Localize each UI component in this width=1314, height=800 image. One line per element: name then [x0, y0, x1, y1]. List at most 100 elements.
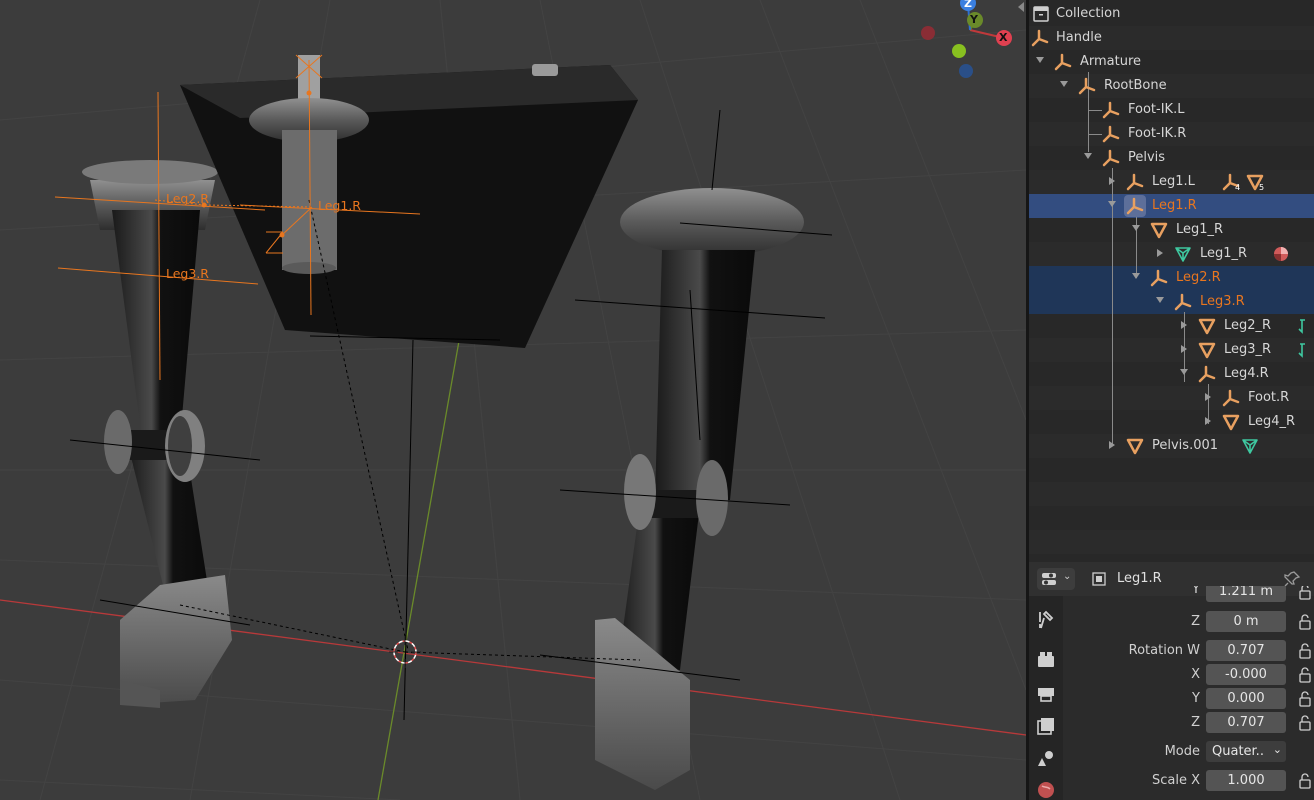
expand-down-icon[interactable]	[1132, 273, 1140, 279]
prop-label: Mode	[1164, 744, 1200, 759]
bone-label-leg2r: Leg2.R	[166, 191, 209, 206]
scene-tab-icon[interactable]	[1034, 746, 1058, 770]
outliner-item-pelvis[interactable]: Pelvis	[1029, 146, 1314, 170]
outliner-item-label: Leg4_R	[1248, 414, 1296, 429]
unlock-icon[interactable]	[1297, 667, 1313, 683]
unlock-icon[interactable]	[1297, 586, 1313, 600]
prop-label: Y	[1192, 691, 1200, 706]
prop-label: Rotation W	[1128, 643, 1200, 658]
unlock-icon[interactable]	[1297, 691, 1313, 707]
rotation-x-field[interactable]: -0.000	[1206, 664, 1286, 685]
expand-right-icon[interactable]	[1205, 417, 1211, 425]
outliner-item-foot-r[interactable]: Foot.R	[1029, 386, 1314, 410]
gizmo-z-label[interactable]: Z	[964, 0, 972, 10]
prop-location-z: Z 0 m	[1063, 610, 1314, 634]
outliner-item-label: Pelvis.001	[1152, 438, 1219, 453]
outliner-item-leg4-r-object[interactable]: Leg4_R	[1029, 410, 1314, 434]
active-object-name: Leg1.R	[1117, 571, 1162, 586]
world-tab-icon[interactable]	[1034, 776, 1058, 800]
bone-icon	[1198, 365, 1216, 383]
outliner-item-label: Leg1_R	[1200, 246, 1248, 261]
outliner-item-label: Foot.R	[1248, 390, 1290, 405]
view-layer-tab-icon[interactable]	[1034, 714, 1058, 738]
collapse-arrow-icon[interactable]	[1018, 2, 1024, 12]
expand-right-icon[interactable]	[1157, 249, 1163, 257]
rotation-y-field[interactable]: 0.000	[1206, 688, 1286, 709]
material-icon[interactable]	[1271, 244, 1291, 264]
object-icon	[1092, 572, 1106, 586]
viewport-scene	[0, 0, 1026, 800]
output-tab-icon[interactable]	[1034, 682, 1058, 706]
location-z-field[interactable]: 0 m	[1206, 611, 1286, 632]
unlock-icon[interactable]	[1297, 773, 1313, 789]
bone-label-leg1r: Leg1.R	[318, 198, 361, 213]
bone-icon	[1102, 101, 1120, 119]
expand-down-icon[interactable]	[1180, 369, 1188, 375]
rotation-mode-dropdown[interactable]: Quater.. ⌄	[1206, 741, 1286, 762]
render-tab-icon[interactable]	[1034, 648, 1058, 672]
gizmo-y-label[interactable]: Y	[970, 13, 978, 26]
unlock-icon[interactable]	[1297, 614, 1313, 630]
outliner-item-leg3-r[interactable]: Leg3.R	[1029, 290, 1314, 314]
rotation-w-field[interactable]: 0.707	[1206, 640, 1286, 661]
outliner-item-handle[interactable]: Handle	[1029, 26, 1314, 50]
expand-down-icon[interactable]	[1084, 153, 1092, 159]
bone-icon	[1126, 173, 1144, 191]
properties-tabs	[1029, 596, 1063, 800]
outliner-item-label: Leg4.R	[1224, 366, 1269, 381]
outliner-item-leg1-r[interactable]: Leg1.R	[1029, 194, 1314, 218]
outliner-item-label: Leg1.L	[1152, 174, 1195, 189]
mesh-object-icon	[1150, 222, 1168, 239]
outliner-item-label: Leg2.R	[1176, 270, 1221, 285]
bone-icon	[1150, 269, 1168, 287]
modifier-hook-icon[interactable]	[1293, 316, 1313, 336]
outliner-item-armature[interactable]: Armature	[1029, 50, 1314, 74]
outliner-item-leg3-r-object[interactable]: Leg3_R	[1029, 338, 1314, 362]
mesh-data-icon[interactable]	[1240, 436, 1260, 456]
scale-x-field[interactable]: 1.000	[1206, 770, 1286, 791]
child-bones-count: 4	[1235, 183, 1241, 192]
armature-data-icon	[1054, 53, 1072, 71]
outliner-item-collection[interactable]: Collection	[1029, 2, 1314, 26]
outliner-item-leg2-r-object[interactable]: Leg2_R	[1029, 314, 1314, 338]
outliner-item-leg4-r[interactable]: Leg4.R	[1029, 362, 1314, 386]
properties-panel: ⌄ Leg1.R Y 1.211 m Z 0 m Rotation W 0.70…	[1029, 562, 1314, 800]
tool-tab-icon[interactable]	[1034, 608, 1058, 632]
outliner-item-rootbone[interactable]: RootBone	[1029, 74, 1314, 98]
outliner-item-leg1-r-object[interactable]: Leg1_R	[1029, 218, 1314, 242]
rotation-z-field[interactable]: 0.707	[1206, 712, 1286, 733]
outliner-item-pelvis-001[interactable]: Pelvis.001	[1029, 434, 1314, 458]
3d-viewport[interactable]: Leg2.R Leg1.R Leg3.R Z Y X	[0, 0, 1026, 800]
outliner-item-label: Leg1_R	[1176, 222, 1224, 237]
outliner-item-label: Foot-IK.R	[1128, 126, 1187, 141]
prop-rotation-w: Rotation W 0.707	[1063, 639, 1314, 663]
gizmo-x-label[interactable]: X	[999, 31, 1007, 44]
outliner-item-leg1-r-mesh[interactable]: Leg1_R	[1029, 242, 1314, 266]
unlock-icon[interactable]	[1297, 643, 1313, 659]
expand-down-icon[interactable]	[1108, 201, 1116, 207]
unlock-icon[interactable]	[1297, 715, 1313, 731]
modifier-hook-icon[interactable]	[1293, 340, 1313, 360]
child-mesh-count: 5	[1259, 183, 1265, 192]
expand-right-icon[interactable]	[1109, 177, 1115, 185]
outliner-item-leg2-r[interactable]: Leg2.R	[1029, 266, 1314, 290]
outliner-item-leg1-l[interactable]: Leg1.L 4 5	[1029, 170, 1314, 194]
expand-right-icon[interactable]	[1181, 321, 1187, 329]
prop-rotation-z: Z 0.707	[1063, 711, 1314, 735]
chevron-down-icon: ⌄	[1272, 743, 1282, 756]
expand-right-icon[interactable]	[1109, 441, 1115, 449]
expand-right-icon[interactable]	[1205, 393, 1211, 401]
outliner-item-label: Collection	[1056, 6, 1121, 21]
prop-label: Z	[1191, 715, 1200, 730]
expand-down-icon[interactable]	[1132, 225, 1140, 231]
bone-icon	[1222, 389, 1240, 407]
expand-down-icon[interactable]	[1036, 57, 1044, 63]
mesh-data-icon	[1175, 247, 1191, 262]
expand-down-icon[interactable]	[1060, 81, 1068, 87]
expand-right-icon[interactable]	[1181, 345, 1187, 353]
bone-label-leg3r: Leg3.R	[166, 266, 209, 281]
location-y-field[interactable]: 1.211 m	[1206, 586, 1286, 602]
expand-down-icon[interactable]	[1156, 297, 1164, 303]
outliner-item-foot-ik-r[interactable]: Foot-IK.R	[1029, 122, 1314, 146]
outliner-item-foot-ik-l[interactable]: Foot-IK.L	[1029, 98, 1314, 122]
